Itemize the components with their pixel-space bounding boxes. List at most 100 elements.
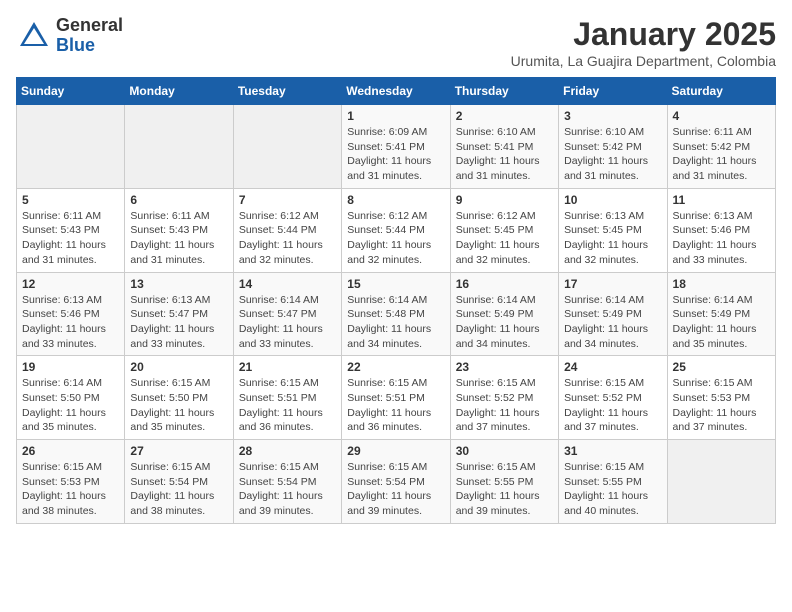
day-info: Sunrise: 6:15 AMSunset: 5:53 PMDaylight:… (22, 460, 119, 519)
day-number: 24 (564, 360, 661, 374)
calendar-cell: 3 Sunrise: 6:10 AMSunset: 5:42 PMDaylight… (559, 105, 667, 189)
calendar-cell: 8Sunrise: 6:12 AMSunset: 5:44 PMDaylight… (342, 188, 450, 272)
day-info: Sunrise: 6:13 AMSunset: 5:46 PMDaylight:… (673, 209, 770, 268)
header-friday: Friday (559, 78, 667, 105)
header-sunday: Sunday (17, 78, 125, 105)
calendar-cell: 28 Sunrise: 6:15 AMSunset: 5:54 PMDayligh… (233, 440, 341, 524)
calendar-week-2: 5 Sunrise: 6:11 AMSunset: 5:43 PMDaylight… (17, 188, 776, 272)
day-info: Sunrise: 6:12 AMSunset: 5:44 PMDaylight:… (239, 209, 336, 268)
calendar-cell (17, 105, 125, 189)
logo-icon (16, 18, 52, 54)
day-number: 22 (347, 360, 444, 374)
calendar-cell: 9Sunrise: 6:12 AMSunset: 5:45 PMDaylight… (450, 188, 558, 272)
day-number: 2 (456, 109, 553, 123)
calendar-cell: 17 Sunrise: 6:14 AMSunset: 5:49 PMDayligh… (559, 272, 667, 356)
calendar-cell: 31Sunrise: 6:15 AMSunset: 5:55 PMDayligh… (559, 440, 667, 524)
day-number: 11 (673, 193, 770, 207)
day-number: 14 (239, 277, 336, 291)
day-info: Sunrise: 6:14 AMSunset: 5:49 PMDaylight:… (673, 293, 770, 352)
day-info: Sunrise: 6:10 AMSunset: 5:41 PMDaylight:… (456, 125, 553, 184)
calendar-cell: 23 Sunrise: 6:15 AMSunset: 5:52 PMDayligh… (450, 356, 558, 440)
day-info: Sunrise: 6:14 AMSunset: 5:50 PMDaylight:… (22, 376, 119, 435)
day-info: Sunrise: 6:13 AMSunset: 5:46 PMDaylight:… (22, 293, 119, 352)
calendar-cell: 22 Sunrise: 6:15 AMSunset: 5:51 PMDayligh… (342, 356, 450, 440)
calendar-cell: 1 Sunrise: 6:09 AMSunset: 5:41 PMDaylight… (342, 105, 450, 189)
day-info: Sunrise: 6:09 AMSunset: 5:41 PMDaylight:… (347, 125, 444, 184)
calendar-cell: 30 Sunrise: 6:15 AMSunset: 5:55 PMDayligh… (450, 440, 558, 524)
calendar-cell: 13Sunrise: 6:13 AMSunset: 5:47 PMDayligh… (125, 272, 233, 356)
day-info: Sunrise: 6:13 AMSunset: 5:45 PMDaylight:… (564, 209, 661, 268)
day-number: 17 (564, 277, 661, 291)
calendar-cell: 6Sunrise: 6:11 AMSunset: 5:43 PMDaylight… (125, 188, 233, 272)
day-info: Sunrise: 6:15 AMSunset: 5:51 PMDaylight:… (347, 376, 444, 435)
day-number: 13 (130, 277, 227, 291)
calendar-week-3: 12Sunrise: 6:13 AMSunset: 5:46 PMDayligh… (17, 272, 776, 356)
calendar-cell: 18 Sunrise: 6:14 AMSunset: 5:49 PMDayligh… (667, 272, 775, 356)
day-number: 28 (239, 444, 336, 458)
calendar-cell: 2 Sunrise: 6:10 AMSunset: 5:41 PMDaylight… (450, 105, 558, 189)
calendar-cell: 29 Sunrise: 6:15 AMSunset: 5:54 PMDayligh… (342, 440, 450, 524)
day-info: Sunrise: 6:15 AMSunset: 5:52 PMDaylight:… (564, 376, 661, 435)
calendar-cell: 10 Sunrise: 6:13 AMSunset: 5:45 PMDayligh… (559, 188, 667, 272)
day-number: 18 (673, 277, 770, 291)
day-info: Sunrise: 6:14 AMSunset: 5:48 PMDaylight:… (347, 293, 444, 352)
day-number: 16 (456, 277, 553, 291)
day-number: 9 (456, 193, 553, 207)
calendar-week-1: 1 Sunrise: 6:09 AMSunset: 5:41 PMDaylight… (17, 105, 776, 189)
header-tuesday: Tuesday (233, 78, 341, 105)
header-monday: Monday (125, 78, 233, 105)
day-number: 29 (347, 444, 444, 458)
calendar-cell: 20Sunrise: 6:15 AMSunset: 5:50 PMDayligh… (125, 356, 233, 440)
header-wednesday: Wednesday (342, 78, 450, 105)
logo-general-text: General (56, 16, 123, 36)
calendar-week-4: 19 Sunrise: 6:14 AMSunset: 5:50 PMDayligh… (17, 356, 776, 440)
logo-text: General Blue (56, 16, 123, 56)
day-number: 5 (22, 193, 119, 207)
day-number: 20 (130, 360, 227, 374)
day-number: 27 (130, 444, 227, 458)
calendar-cell: 21Sunrise: 6:15 AMSunset: 5:51 PMDayligh… (233, 356, 341, 440)
header-saturday: Saturday (667, 78, 775, 105)
day-info: Sunrise: 6:10 AMSunset: 5:42 PMDaylight:… (564, 125, 661, 184)
day-number: 19 (22, 360, 119, 374)
page-header: General Blue January 2025 Urumita, La Gu… (16, 16, 776, 69)
day-number: 15 (347, 277, 444, 291)
calendar-cell: 19 Sunrise: 6:14 AMSunset: 5:50 PMDayligh… (17, 356, 125, 440)
day-info: Sunrise: 6:14 AMSunset: 5:49 PMDaylight:… (456, 293, 553, 352)
day-info: Sunrise: 6:14 AMSunset: 5:47 PMDaylight:… (239, 293, 336, 352)
day-number: 10 (564, 193, 661, 207)
calendar-cell: 15 Sunrise: 6:14 AMSunset: 5:48 PMDayligh… (342, 272, 450, 356)
day-info: Sunrise: 6:14 AMSunset: 5:49 PMDaylight:… (564, 293, 661, 352)
calendar-cell: 26Sunrise: 6:15 AMSunset: 5:53 PMDayligh… (17, 440, 125, 524)
header-thursday: Thursday (450, 78, 558, 105)
calendar-cell: 24 Sunrise: 6:15 AMSunset: 5:52 PMDayligh… (559, 356, 667, 440)
day-info: Sunrise: 6:15 AMSunset: 5:51 PMDaylight:… (239, 376, 336, 435)
title-block: January 2025 Urumita, La Guajira Departm… (511, 16, 776, 69)
calendar-cell: 25Sunrise: 6:15 AMSunset: 5:53 PMDayligh… (667, 356, 775, 440)
day-info: Sunrise: 6:15 AMSunset: 5:54 PMDaylight:… (239, 460, 336, 519)
day-info: Sunrise: 6:15 AMSunset: 5:55 PMDaylight:… (456, 460, 553, 519)
day-number: 31 (564, 444, 661, 458)
day-number: 3 (564, 109, 661, 123)
day-number: 30 (456, 444, 553, 458)
day-info: Sunrise: 6:11 AMSunset: 5:43 PMDaylight:… (22, 209, 119, 268)
day-info: Sunrise: 6:15 AMSunset: 5:54 PMDaylight:… (130, 460, 227, 519)
weekday-header-row: Sunday Monday Tuesday Wednesday Thursday… (17, 78, 776, 105)
day-info: Sunrise: 6:15 AMSunset: 5:52 PMDaylight:… (456, 376, 553, 435)
calendar-cell: 5 Sunrise: 6:11 AMSunset: 5:43 PMDaylight… (17, 188, 125, 272)
day-number: 23 (456, 360, 553, 374)
logo-blue-text: Blue (56, 36, 123, 56)
calendar-cell: 12Sunrise: 6:13 AMSunset: 5:46 PMDayligh… (17, 272, 125, 356)
calendar-table: Sunday Monday Tuesday Wednesday Thursday… (16, 77, 776, 524)
day-number: 1 (347, 109, 444, 123)
day-info: Sunrise: 6:15 AMSunset: 5:54 PMDaylight:… (347, 460, 444, 519)
calendar-cell (667, 440, 775, 524)
calendar-week-5: 26Sunrise: 6:15 AMSunset: 5:53 PMDayligh… (17, 440, 776, 524)
day-number: 4 (673, 109, 770, 123)
day-number: 25 (673, 360, 770, 374)
day-info: Sunrise: 6:11 AMSunset: 5:42 PMDaylight:… (673, 125, 770, 184)
calendar-cell: 7Sunrise: 6:12 AMSunset: 5:44 PMDaylight… (233, 188, 341, 272)
calendar-cell: 14 Sunrise: 6:14 AMSunset: 5:47 PMDayligh… (233, 272, 341, 356)
calendar-cell (233, 105, 341, 189)
day-info: Sunrise: 6:12 AMSunset: 5:44 PMDaylight:… (347, 209, 444, 268)
